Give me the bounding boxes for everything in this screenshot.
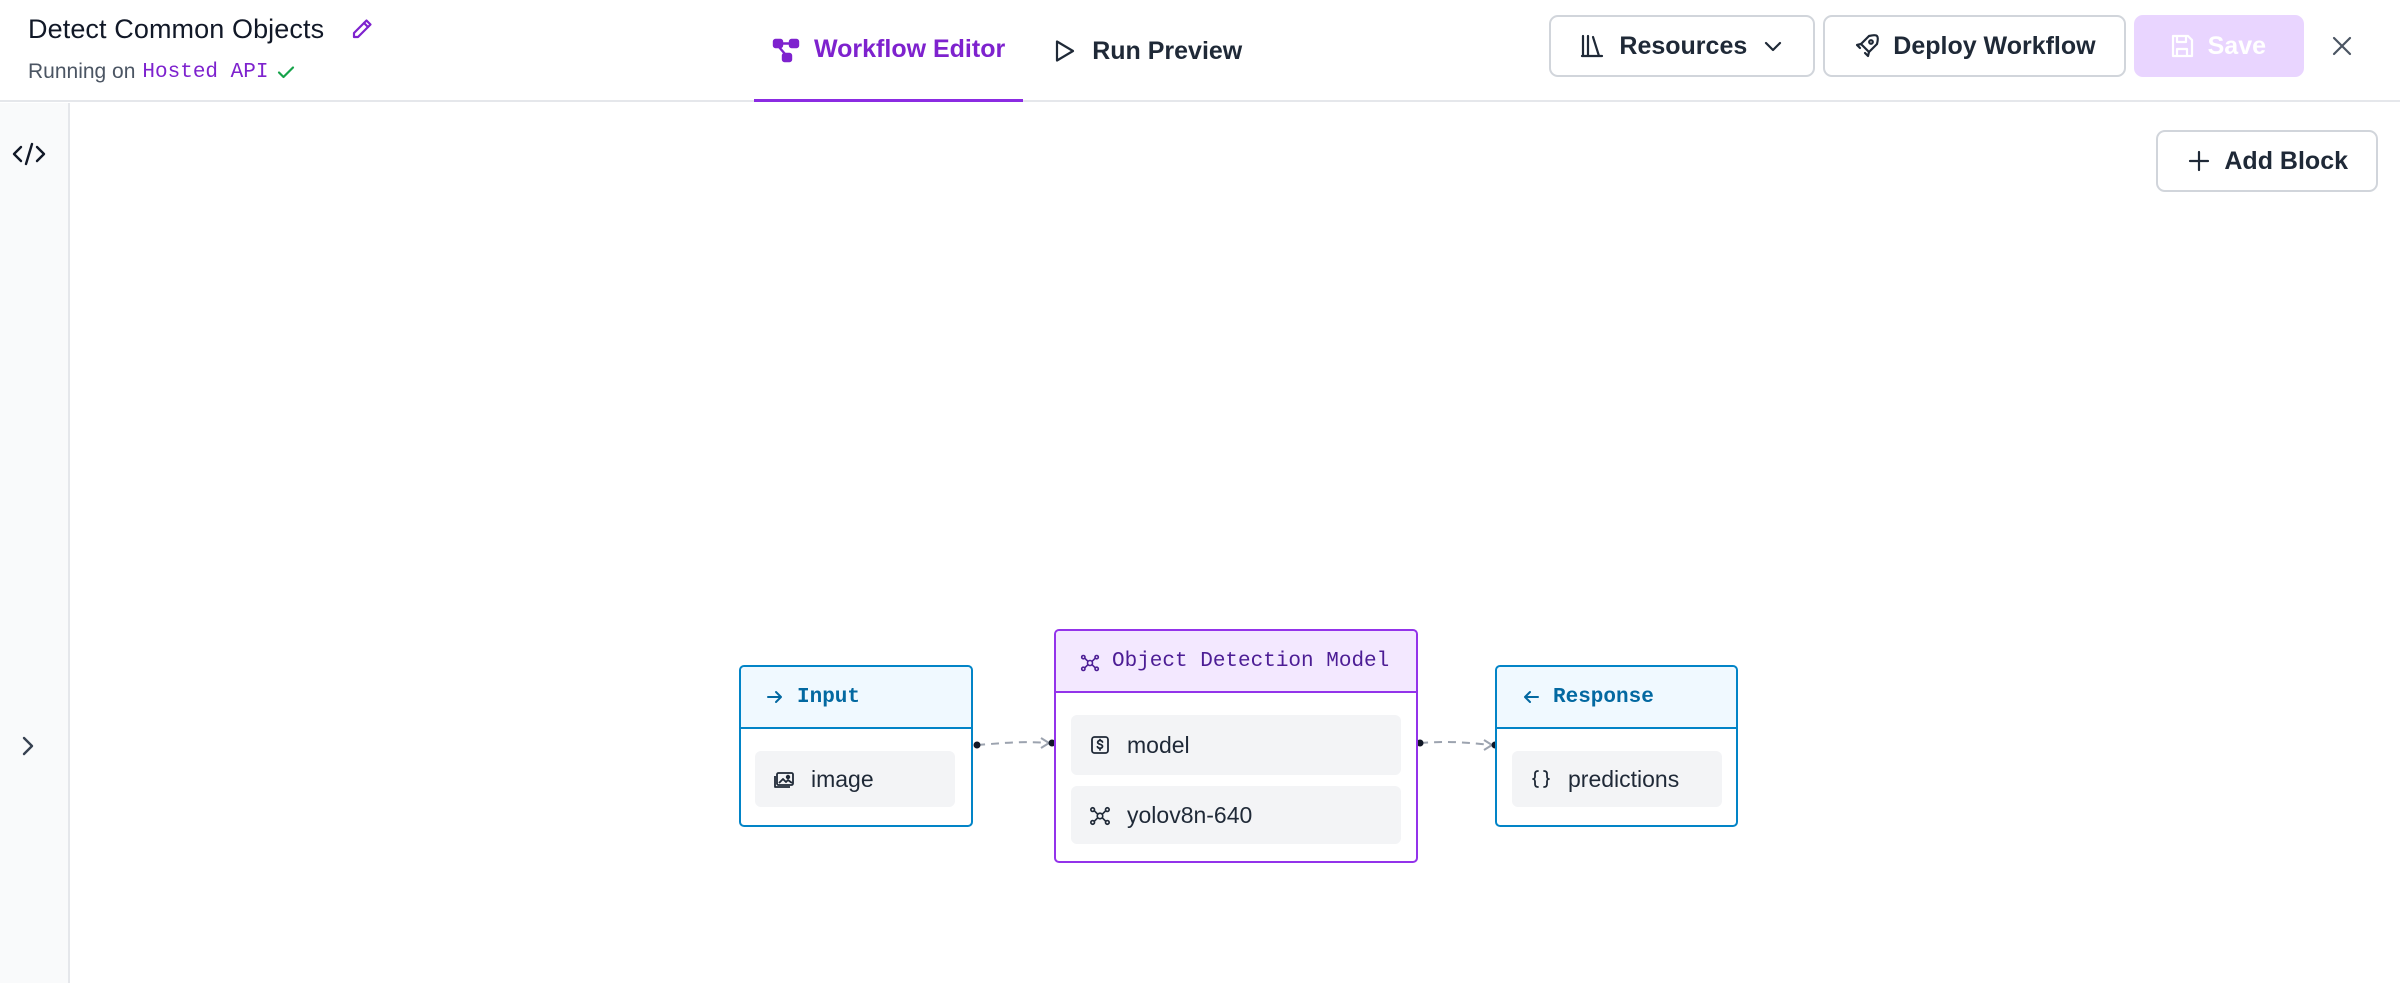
chevron-right-icon[interactable]: [14, 731, 42, 761]
chevron-down-icon: [1761, 34, 1785, 58]
close-icon[interactable]: [2324, 28, 2360, 64]
node-header: Object Detection Model: [1056, 631, 1416, 693]
chip-label: image: [811, 765, 874, 792]
chip-label: predictions: [1568, 765, 1680, 792]
model-network-icon: [1080, 651, 1100, 672]
edge-model-response[interactable]: [1416, 739, 1499, 751]
header-actions: Resources Deploy Workflow Save: [1549, 14, 2400, 78]
running-prefix: Running on: [28, 60, 136, 83]
arrow-right-icon: [765, 687, 785, 707]
left-rail: [0, 103, 70, 983]
plus-icon: [2186, 148, 2212, 174]
workflow-title: Detect Common Objects: [28, 13, 325, 44]
response-chip-predictions[interactable]: predictions: [1512, 751, 1722, 807]
image-icon: [773, 768, 795, 790]
title-row: Detect Common Objects: [28, 12, 374, 46]
resources-button[interactable]: Resources: [1549, 15, 1816, 77]
save-label: Save: [2207, 31, 2266, 60]
tab-workflow-editor[interactable]: Workflow Editor: [754, 0, 1024, 102]
node-title: Object Detection Model: [1112, 649, 1390, 673]
chip-label: yolov8n-640: [1127, 801, 1253, 828]
host-name[interactable]: Hosted API: [142, 61, 268, 84]
resources-label: Resources: [1619, 31, 1748, 60]
deploy-label: Deploy Workflow: [1893, 31, 2096, 60]
check-icon: [276, 62, 296, 82]
braces-icon: [1530, 768, 1552, 790]
node-header: Response: [1497, 667, 1736, 729]
top-bar: Detect Common Objects Running on Hosted …: [0, 0, 2400, 102]
code-icon[interactable]: [12, 139, 46, 169]
object-detection-node[interactable]: Object Detection Model model yolov8n-640: [1054, 629, 1418, 863]
deploy-workflow-button[interactable]: Deploy Workflow: [1823, 15, 2126, 77]
input-chip-image[interactable]: image: [755, 751, 955, 807]
workflow-app: Detect Common Objects Running on Hosted …: [0, 0, 2400, 983]
node-title: Input: [797, 685, 861, 709]
play-icon: [1050, 37, 1078, 65]
tab-run-preview[interactable]: Run Preview: [1032, 0, 1260, 102]
edge-input-model[interactable]: [973, 737, 1056, 749]
rocket-icon: [1853, 32, 1881, 60]
model-chip-yolov8n[interactable]: yolov8n-640: [1071, 786, 1401, 844]
pencil-icon[interactable]: [350, 17, 374, 41]
chip-label: model: [1127, 731, 1190, 758]
model-network-icon: [1089, 804, 1111, 826]
tab-label: Run Preview: [1092, 36, 1243, 65]
editor-tabs: Workflow Editor Run Preview: [754, 0, 1260, 102]
node-header: Input: [741, 667, 971, 729]
arrow-left-icon: [1521, 687, 1541, 707]
library-icon: [1579, 32, 1607, 60]
workflow-icon: [772, 36, 800, 64]
node-title: Response: [1553, 685, 1654, 709]
add-block-button[interactable]: Add Block: [2156, 130, 2378, 192]
model-chip-model[interactable]: model: [1071, 715, 1401, 775]
variable-icon: [1089, 734, 1111, 756]
tab-label: Workflow Editor: [814, 35, 1006, 63]
save-icon: [2168, 32, 2196, 60]
workflow-canvas[interactable]: Add Block Input image Object Detection M…: [70, 103, 2400, 983]
save-button[interactable]: Save: [2133, 15, 2304, 77]
input-node[interactable]: Input image: [739, 665, 973, 827]
running-status: Running on Hosted API: [28, 60, 374, 84]
response-node[interactable]: Response predictions: [1495, 665, 1738, 827]
workflow-title-block: Detect Common Objects Running on Hosted …: [28, 12, 374, 84]
add-block-label: Add Block: [2224, 146, 2348, 175]
